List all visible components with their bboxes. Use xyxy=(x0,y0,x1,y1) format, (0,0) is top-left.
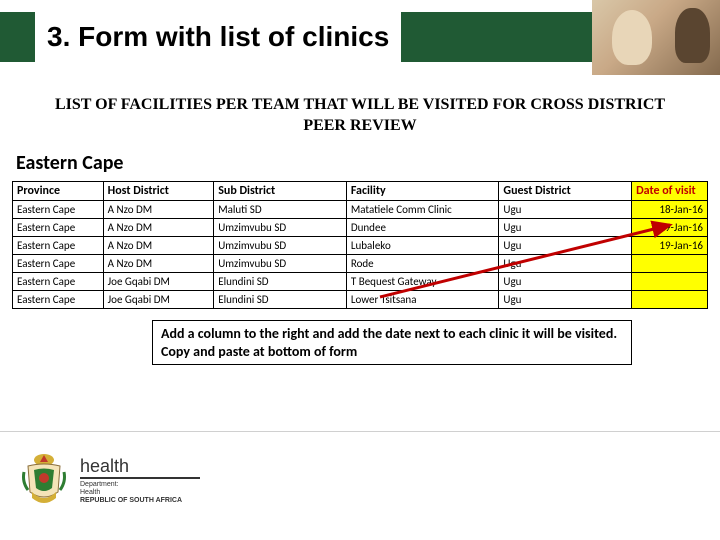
table-row: Eastern CapeA Nzo DMUmzimvubu SDDundeeUg… xyxy=(13,218,708,236)
cell-sub: Elundini SD xyxy=(214,272,347,290)
instruction-box: Add a column to the right and add the da… xyxy=(152,320,632,365)
cell-sub: Umzimvubu SD xyxy=(214,254,347,272)
cell-date xyxy=(632,290,708,308)
cell-guest: Ugu xyxy=(499,236,632,254)
cell-host: A Nzo DM xyxy=(103,200,214,218)
cell-host: A Nzo DM xyxy=(103,218,214,236)
footer: health Department: Health REPUBLIC OF SO… xyxy=(18,452,702,510)
col-guest-district: Guest District xyxy=(499,181,632,200)
table-header-row: Province Host District Sub District Faci… xyxy=(13,181,708,200)
header-title-box: 3. Form with list of clinics xyxy=(35,12,401,62)
col-host-district: Host District xyxy=(103,181,214,200)
cell-guest: Ugu xyxy=(499,254,632,272)
cell-facility: Matatiele Comm Clinic xyxy=(346,200,499,218)
cell-host: Joe Gqabi DM xyxy=(103,290,214,308)
cell-province: Eastern Cape xyxy=(13,200,104,218)
table-row: Eastern CapeA Nzo DMUmzimvubu SDLubaleko… xyxy=(13,236,708,254)
cell-province: Eastern Cape xyxy=(13,254,104,272)
cell-host: Joe Gqabi DM xyxy=(103,272,214,290)
cell-facility: Lubaleko xyxy=(346,236,499,254)
clinic-table: Province Host District Sub District Faci… xyxy=(12,181,708,309)
cell-host: A Nzo DM xyxy=(103,236,214,254)
cell-guest: Ugu xyxy=(499,272,632,290)
cell-sub: Umzimvubu SD xyxy=(214,218,347,236)
footer-divider xyxy=(0,431,720,432)
table-row: Eastern CapeJoe Gqabi DMElundini SDLower… xyxy=(13,290,708,308)
cell-province: Eastern Cape xyxy=(13,218,104,236)
cell-facility: Dundee xyxy=(346,218,499,236)
cell-facility: T Bequest Gateway xyxy=(346,272,499,290)
header-photo xyxy=(592,0,720,75)
col-province: Province xyxy=(13,181,104,200)
instruction-text: Add a column to the right and add the da… xyxy=(161,325,617,360)
cell-date: 19-Jan-16 xyxy=(632,236,708,254)
cell-sub: Elundini SD xyxy=(214,290,347,308)
cell-province: Eastern Cape xyxy=(13,236,104,254)
table-row: Eastern CapeA Nzo DMMaluti SDMatatiele C… xyxy=(13,200,708,218)
coat-of-arms-icon xyxy=(18,452,70,510)
cell-sub: Umzimvubu SD xyxy=(214,236,347,254)
cell-facility: Rode xyxy=(346,254,499,272)
cell-sub: Maluti SD xyxy=(214,200,347,218)
cell-province: Eastern Cape xyxy=(13,272,104,290)
cell-host: A Nzo DM xyxy=(103,254,214,272)
table-row: Eastern CapeA Nzo DMUmzimvubu SDRodeUgu xyxy=(13,254,708,272)
slide-title: 3. Form with list of clinics xyxy=(47,21,389,53)
dept-line3: REPUBLIC OF SOUTH AFRICA xyxy=(80,497,200,505)
form-title: LIST OF FACILITIES PER TEAM THAT WILL BE… xyxy=(12,95,708,137)
col-facility: Facility xyxy=(346,181,499,200)
cell-date xyxy=(632,272,708,290)
cell-guest: Ugu xyxy=(499,290,632,308)
dept-health: health xyxy=(80,457,200,479)
cell-facility: Lower Tsitsana xyxy=(346,290,499,308)
form-area: LIST OF FACILITIES PER TEAM THAT WILL BE… xyxy=(12,95,708,309)
region-name: Eastern Cape xyxy=(12,151,708,175)
dept-line2: Health xyxy=(80,489,200,497)
cell-date xyxy=(632,254,708,272)
dept-line1: Department: xyxy=(80,481,200,489)
cell-date: 19-Jan-16 xyxy=(632,218,708,236)
col-sub-district: Sub District xyxy=(214,181,347,200)
cell-guest: Ugu xyxy=(499,200,632,218)
department-text: health Department: Health REPUBLIC OF SO… xyxy=(80,457,200,504)
col-date-of-visit: Date of visit xyxy=(632,181,708,200)
cell-date: 18-Jan-16 xyxy=(632,200,708,218)
cell-province: Eastern Cape xyxy=(13,290,104,308)
table-row: Eastern CapeJoe Gqabi DMElundini SDT Beq… xyxy=(13,272,708,290)
cell-guest: Ugu xyxy=(499,218,632,236)
